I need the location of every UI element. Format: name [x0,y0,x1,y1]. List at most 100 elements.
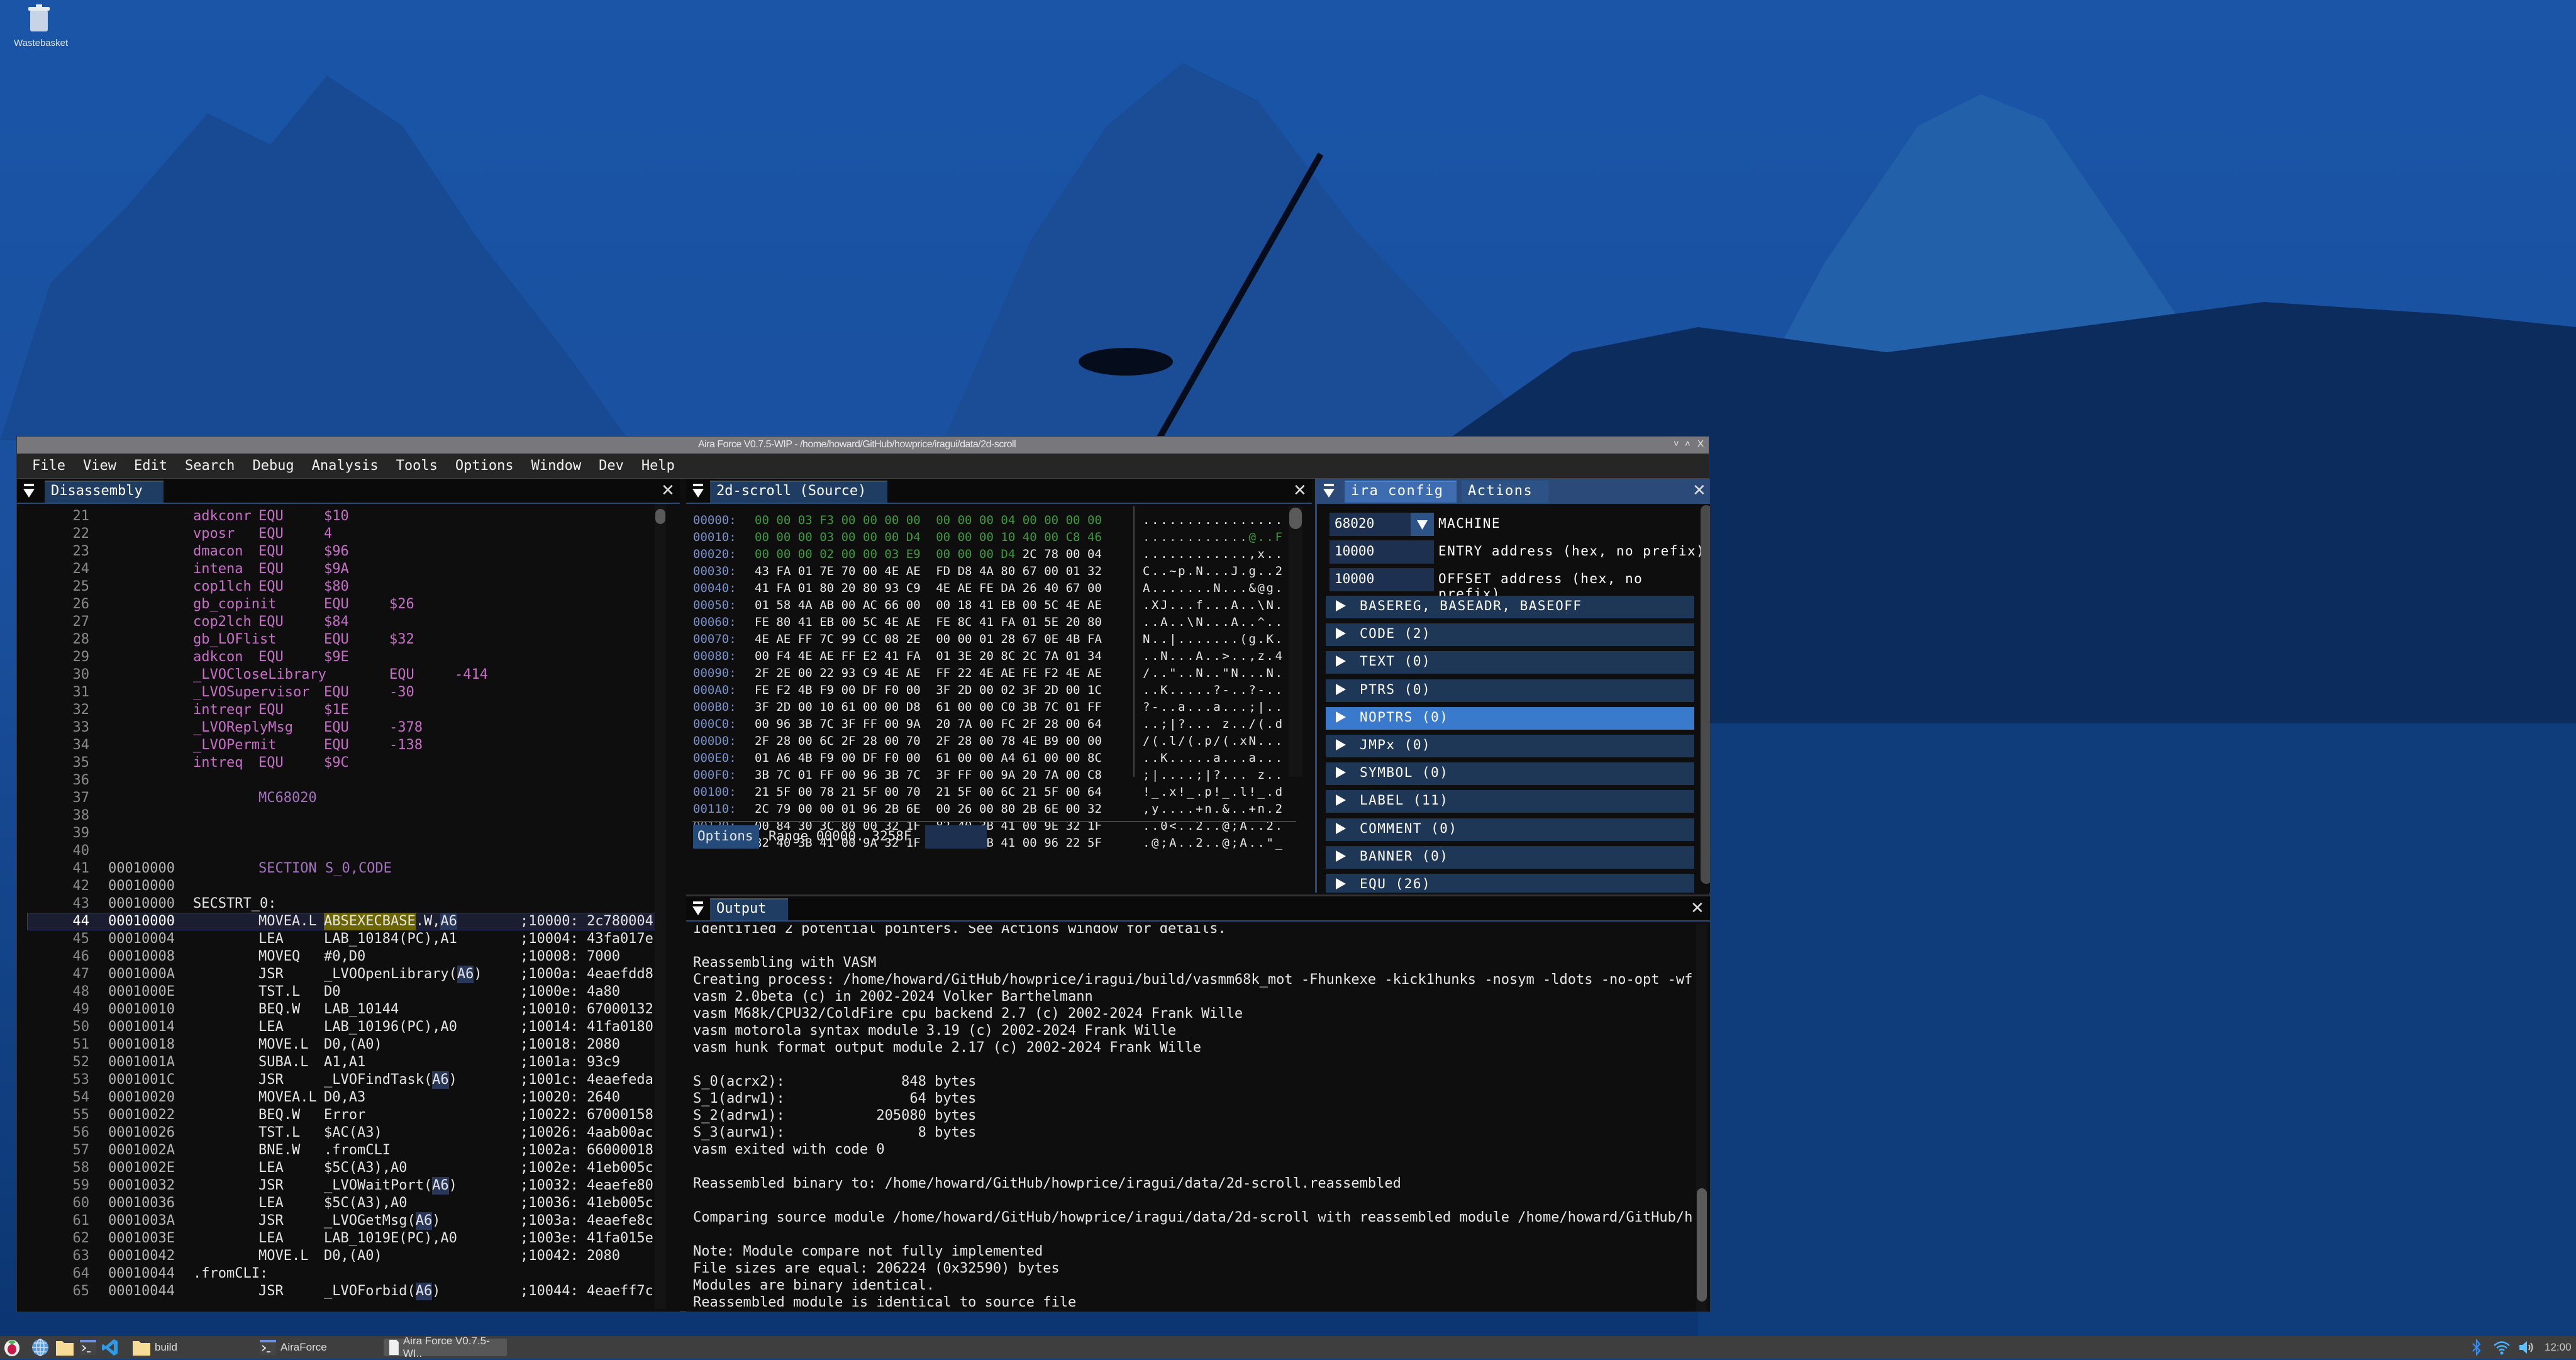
hex-byte[interactable]: 21 [936,784,950,801]
hex-byte[interactable]: 00 [1066,733,1080,750]
operands[interactable]: #0,D0 [324,948,365,966]
hex-byte[interactable]: 96 [776,716,791,733]
hex-byte[interactable]: 2B [1023,801,1037,818]
hex-byte[interactable]: 40 [1044,580,1058,597]
hex-byte[interactable]: AE [906,665,921,682]
scrollbar-thumb[interactable] [655,509,665,524]
hex-byte[interactable]: 4E [755,631,769,648]
hex-byte[interactable]: FA [1087,631,1102,648]
hex-byte[interactable]: 28 [776,733,791,750]
hex-byte[interactable]: 3F [841,716,856,733]
bluetooth-tray[interactable] [2470,1339,2483,1356]
close-icon[interactable]: ✕ [1690,899,1704,918]
wifi-tray[interactable] [2493,1339,2511,1356]
hex-byte[interactable]: 7E [819,563,834,580]
hex-byte[interactable]: 00 [1066,801,1080,818]
hex-byte[interactable]: 7A [1044,648,1058,665]
hex-byte[interactable]: 64 [1087,716,1102,733]
hex-byte[interactable]: 04 [1001,512,1015,529]
close-icon[interactable]: ✕ [1293,481,1307,500]
hex-byte[interactable]: 79 [776,801,791,818]
hex-byte[interactable]: 00 [979,784,994,801]
hex-byte[interactable]: 3F [1023,682,1037,699]
hex-byte[interactable]: 00 [1044,512,1058,529]
hex-byte[interactable]: 01 [798,563,813,580]
hex-byte[interactable]: 3F [755,699,769,716]
hex-byte[interactable]: 7C [906,767,921,784]
hex-byte[interactable]: FA [776,580,791,597]
hex-byte[interactable]: 02 [819,546,834,563]
hex-byte[interactable]: 00 [1066,682,1080,699]
hex-byte[interactable]: 00 [936,512,950,529]
range-input[interactable] [925,825,987,849]
operands[interactable]: _LVOGetMsg(A6) [324,1212,440,1230]
raspberry-menu-button[interactable] [4,1339,20,1356]
combo-arrow-button[interactable] [1411,513,1434,536]
hex-byte[interactable]: 70 [906,784,921,801]
close-window-button[interactable]: X [1697,438,1704,449]
hex-byte[interactable]: 00 [841,682,856,699]
hex-byte[interactable]: 00 [1023,512,1037,529]
hex-byte[interactable]: C0 [1001,699,1015,716]
hex-byte[interactable]: FF [936,665,950,682]
hex-byte[interactable]: 28 [958,733,972,750]
hex-byte[interactable]: D4 [1001,546,1015,563]
hex-byte[interactable]: DA [1001,580,1015,597]
hex-byte[interactable]: 5E [1044,614,1058,631]
window-titlebar[interactable]: Aira Force V0.7.5-WIP - /home/howard/Git… [17,437,1709,454]
hex-byte[interactable]: 20 [1066,614,1080,631]
operands[interactable]: A1,A1 [324,1054,365,1071]
hex-byte[interactable]: 00 [798,699,813,716]
operands[interactable]: D0,A3 [324,1089,365,1106]
hex-byte[interactable]: 00 [979,767,994,784]
offset-address-input[interactable]: 10000 [1330,568,1434,591]
hex-byte[interactable]: 00 [863,563,877,580]
hex-byte[interactable]: C8 [1066,529,1080,546]
hex-byte[interactable]: EB [1001,597,1015,614]
hex-byte[interactable]: 00 [958,512,972,529]
hex-byte[interactable]: 01 [841,801,856,818]
hex-byte[interactable]: FA [776,563,791,580]
vscode-launcher[interactable] [102,1339,118,1356]
hex-byte[interactable]: 10 [1001,529,1015,546]
hex-byte[interactable]: 43 [755,563,769,580]
hex-byte[interactable]: 61 [841,699,856,716]
hex-byte[interactable]: 5F [863,784,877,801]
hex-byte[interactable]: 00 [1066,767,1080,784]
hex-byte[interactable]: F9 [819,682,834,699]
hex-byte[interactable]: 99 [841,631,856,648]
hex-byte[interactable]: 00 [841,512,856,529]
hex-byte[interactable]: 7C [776,767,791,784]
hex-byte[interactable]: 08 [884,631,899,648]
hex-byte[interactable]: 2F [755,665,769,682]
hex-byte[interactable]: CC [863,631,877,648]
hex-byte[interactable]: C8 [1087,767,1102,784]
section-header[interactable]: JMPx (0) [1326,735,1694,757]
config-scrollbar[interactable] [1701,505,1710,884]
disassembly-scrollbar[interactable] [655,504,666,1309]
hex-byte[interactable]: 4E [884,563,899,580]
hex-byte[interactable]: C9 [906,580,921,597]
hex-byte[interactable]: 4E [1066,597,1080,614]
hex-byte[interactable]: 58 [776,597,791,614]
operands[interactable]: LAB_10144 [324,1001,399,1018]
hex-byte[interactable]: 80 [1087,614,1102,631]
operands[interactable]: .fromCLI [324,1142,391,1159]
hex-byte[interactable]: 20 [841,580,856,597]
hex-byte[interactable]: 22 [958,665,972,682]
close-icon[interactable]: ✕ [661,481,675,500]
hex-byte[interactable]: AE [1087,597,1102,614]
hex-byte[interactable]: 00 [863,546,877,563]
hex-byte[interactable]: FA [1001,614,1015,631]
hex-byte[interactable]: 2D [776,699,791,716]
hex-byte[interactable]: 03 [819,529,834,546]
machine-combo[interactable]: 68020 [1330,513,1434,536]
menu-help[interactable]: Help [641,458,675,474]
hex-byte[interactable]: 2B [884,801,899,818]
hex-byte[interactable]: FD [936,563,950,580]
hex-byte[interactable]: 6E [906,801,921,818]
hex-byte[interactable]: 00 [755,529,769,546]
hex-byte[interactable]: 6E [1044,801,1058,818]
hex-byte[interactable]: 00 [1023,597,1037,614]
hex-byte[interactable]: DF [863,682,877,699]
